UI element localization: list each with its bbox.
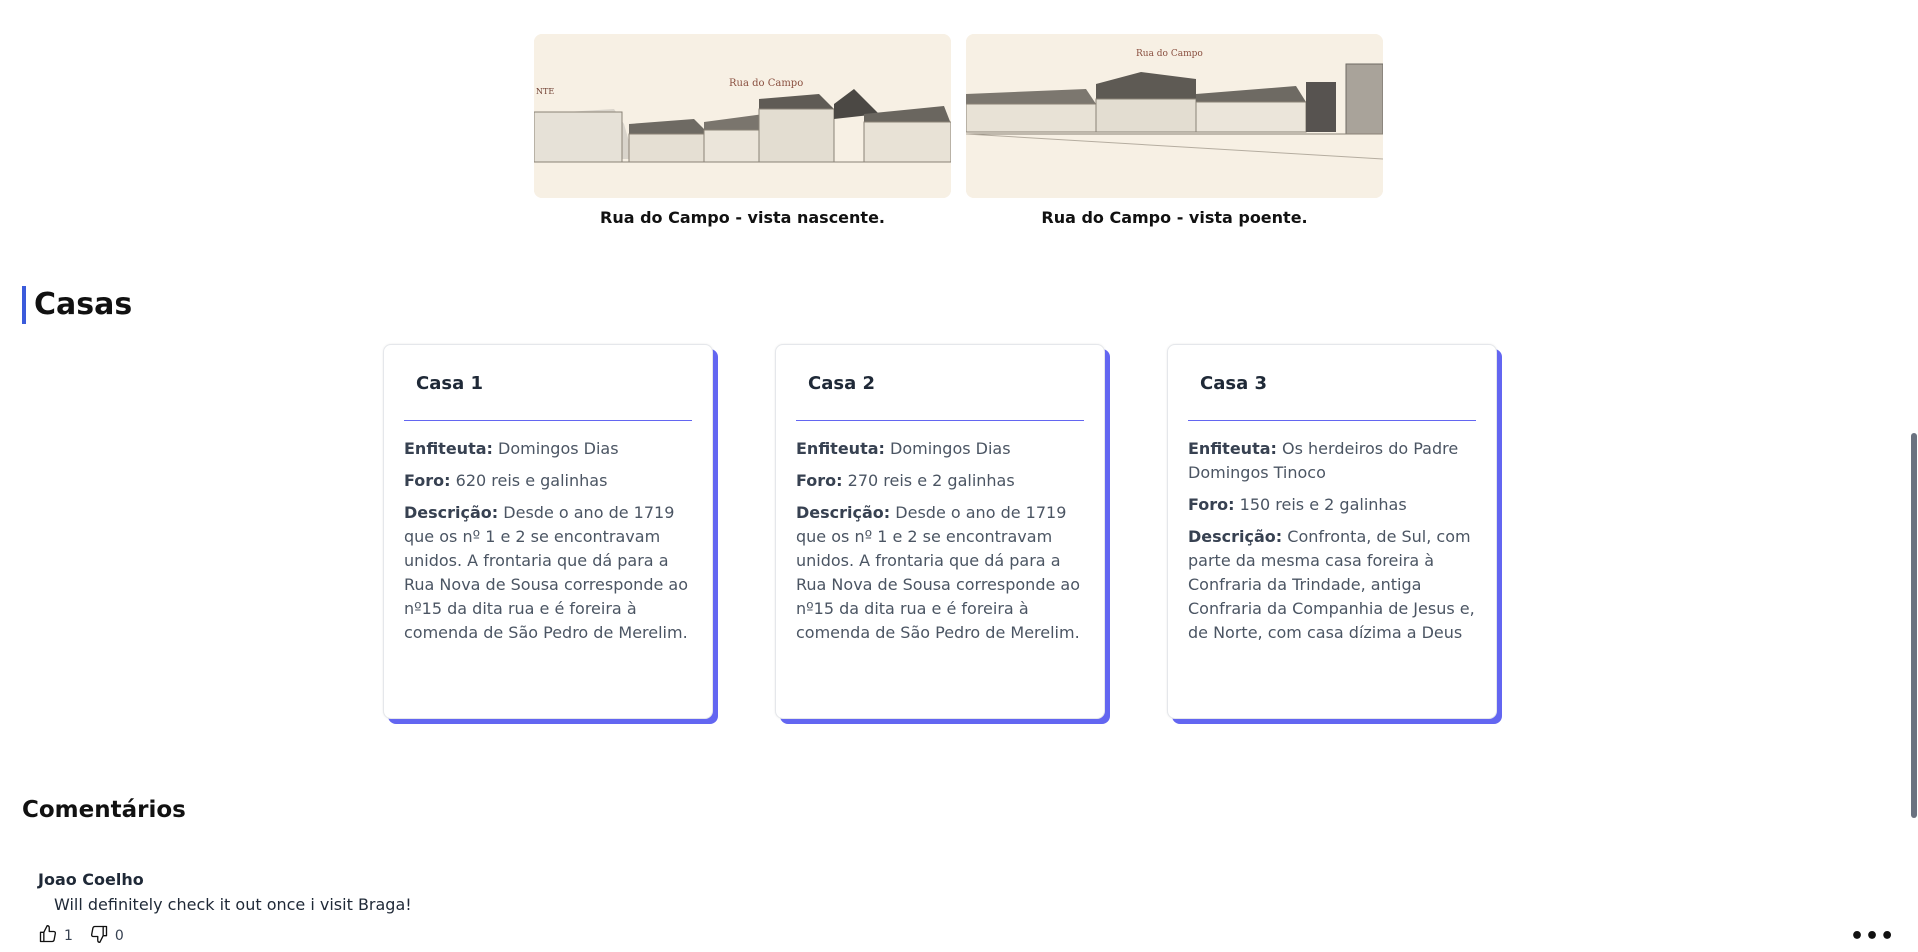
- descricao-label: Descrição:: [404, 503, 499, 522]
- street-drawing-west[interactable]: Rua do Campo: [966, 34, 1383, 198]
- descricao-value: Desde o ano de 1719 que os nº 1 e 2 se e…: [404, 503, 688, 642]
- figure-east-view: Rua do Campo NTE Rua do Campo - vista na…: [534, 34, 951, 227]
- descricao-label: Descrição:: [796, 503, 891, 522]
- drawing-label-west: Rua do Campo: [1136, 49, 1203, 59]
- dislike-count: 0: [114, 928, 124, 944]
- more-options-button[interactable]: •••: [1850, 924, 1895, 949]
- scrollbar-track[interactable]: [1910, 0, 1918, 952]
- drawing-label-east: Rua do Campo: [729, 78, 803, 89]
- thumbs-down-icon: [90, 925, 108, 943]
- figure-west-view: Rua do Campo Rua do Campo - vista poente…: [966, 34, 1383, 227]
- like-count: 1: [64, 928, 73, 944]
- scrollbar-thumb[interactable]: [1911, 433, 1917, 818]
- descricao-value: Desde o ano de 1719 que os nº 1 e 2 se e…: [796, 503, 1080, 642]
- comment-actions: 1 0: [38, 924, 1898, 948]
- drawing-side-label-east: NTE: [536, 87, 554, 96]
- card-enfiteuta: Enfiteuta: Domingos Dias: [404, 437, 692, 461]
- section-title-casas: Casas: [22, 286, 132, 324]
- card-title: Casa 1: [404, 345, 692, 421]
- card-descricao: Descrição: Desde o ano de 1719 que os nº…: [796, 501, 1084, 645]
- foro-label: Foro:: [404, 471, 451, 490]
- street-drawing-east[interactable]: Rua do Campo NTE: [534, 34, 951, 198]
- card-descricao: Descrição: Confronta, de Sul, com parte …: [1188, 525, 1476, 645]
- like-button[interactable]: [38, 924, 58, 948]
- enfiteuta-label: Enfiteuta:: [1188, 439, 1277, 458]
- card-foro: Foro: 270 reis e 2 galinhas: [796, 469, 1084, 493]
- house-card-1: Casa 1 Enfiteuta: Domingos Dias Foro: 62…: [383, 344, 713, 719]
- comment-author: Joao Coelho: [38, 870, 144, 889]
- card-descricao: Descrição: Desde o ano de 1719 que os nº…: [404, 501, 692, 645]
- enfiteuta-label: Enfiteuta:: [796, 439, 885, 458]
- house-card-3: Casa 3 Enfiteuta: Os herdeiros do Padre …: [1167, 344, 1497, 719]
- foro-value: 620 reis e galinhas: [455, 471, 608, 490]
- house-card-2: Casa 2 Enfiteuta: Domingos Dias Foro: 27…: [775, 344, 1105, 719]
- page: Rua do Campo NTE Rua do Campo - vista na…: [0, 0, 1918, 952]
- dislike-button[interactable]: [89, 924, 109, 948]
- enfiteuta-value: Domingos Dias: [890, 439, 1011, 458]
- card-foro: Foro: 150 reis e 2 galinhas: [1188, 493, 1476, 517]
- foro-value: 150 reis e 2 galinhas: [1239, 495, 1407, 514]
- enfiteuta-label: Enfiteuta:: [404, 439, 493, 458]
- comment-text: Will definitely check it out once i visi…: [54, 895, 412, 914]
- thumbs-up-icon: [39, 925, 57, 943]
- foro-label: Foro:: [1188, 495, 1235, 514]
- foro-label: Foro:: [796, 471, 843, 490]
- figure-caption: Rua do Campo - vista poente.: [1041, 208, 1308, 227]
- descricao-label: Descrição:: [1188, 527, 1283, 546]
- card-enfiteuta: Enfiteuta: Domingos Dias: [796, 437, 1084, 461]
- card-foro: Foro: 620 reis e galinhas: [404, 469, 692, 493]
- more-horizontal-icon: •••: [1850, 924, 1896, 949]
- comment-item: Joao Coelho Will definitely check it out…: [38, 870, 1898, 948]
- card-title: Casa 2: [796, 345, 1084, 421]
- comments-title: Comentários: [22, 797, 186, 823]
- figure-caption: Rua do Campo - vista nascente.: [600, 208, 885, 227]
- card-title: Casa 3: [1188, 345, 1476, 421]
- card-enfiteuta: Enfiteuta: Os herdeiros do Padre Domingo…: [1188, 437, 1476, 485]
- foro-value: 270 reis e 2 galinhas: [847, 471, 1015, 490]
- enfiteuta-value: Domingos Dias: [498, 439, 619, 458]
